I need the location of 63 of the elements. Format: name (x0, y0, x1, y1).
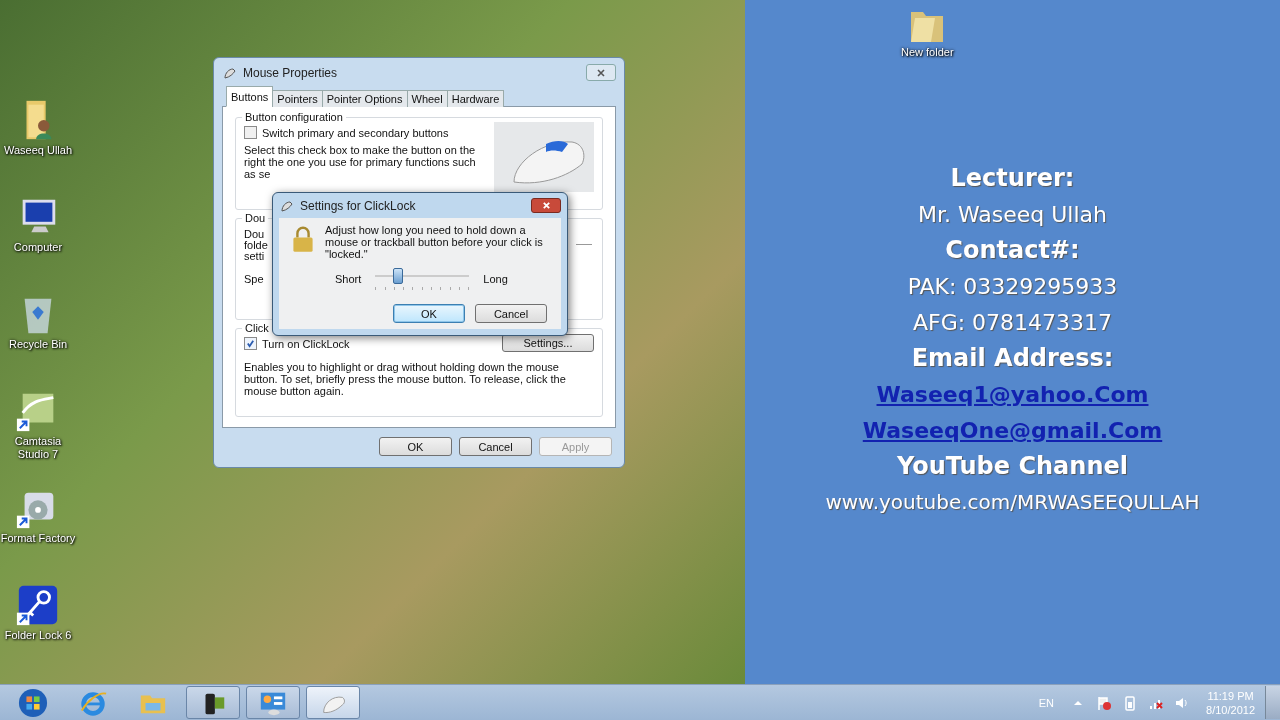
dialog-button[interactable]: Cancel (475, 304, 547, 323)
slider-thumb[interactable] (392, 268, 403, 284)
info-text: Mr. Waseeq Ullah (917, 201, 1107, 229)
desktop-icon[interactable]: Recycle Bin (0, 290, 76, 379)
checkbox[interactable] (244, 126, 257, 139)
tab[interactable]: Pointer Options (321, 90, 408, 107)
icon-label: Camtasia Studio 7 (13, 435, 63, 461)
info-heading: Contact#: (945, 236, 1080, 265)
dialog-button[interactable]: Cancel (459, 437, 532, 456)
info-heading: Lecturer: (950, 164, 1075, 193)
cut-text: Spe (244, 272, 264, 285)
close-button[interactable] (586, 64, 616, 81)
close-icon (541, 201, 551, 210)
duration-slider[interactable] (375, 268, 470, 290)
group-label: Button configuration (242, 111, 346, 123)
info-text: AFG: 0781473317 (912, 309, 1113, 337)
description-text: Enables you to highlight or drag without holding down the mouse button. To set, briefly press the mouse button. To release, click the mouse button again. (244, 361, 567, 398)
windows-logo-icon (18, 687, 48, 718)
group-label: Dou (242, 211, 269, 224)
close-icon (596, 67, 606, 78)
email-link[interactable]: WaseeqOne@gmail.Com (862, 416, 1163, 445)
message-text: Adjust how long you need to hold down a mouse or trackball button before your click is "locked." (325, 224, 544, 260)
dialog-button[interactable]: OK (393, 304, 465, 323)
icon-label: Folder Lock 6 (4, 629, 72, 642)
show-desktop-button[interactable] (1265, 686, 1280, 719)
dialog-button[interactable]: OK (379, 437, 452, 456)
close-button[interactable] (531, 198, 561, 213)
desktop-icon[interactable]: Computer (0, 193, 76, 282)
group-label: Click (242, 322, 272, 335)
cut-text: Dou (244, 228, 265, 240)
dialog-title: Settings for ClickLock (300, 198, 416, 213)
slider-min-label: Short (335, 273, 362, 285)
desktop-icon[interactable]: Format Factory (0, 484, 76, 573)
checkbox-label: Switch primary and secondary buttons (262, 126, 449, 139)
icon-label: Waseeq Ullah (3, 144, 73, 157)
info-text: PAK: 03329295933 (907, 273, 1118, 301)
icon-label: Computer (13, 241, 63, 254)
tab[interactable]: Hardware (446, 90, 505, 107)
taskbar-button[interactable] (186, 686, 240, 719)
info-heading: YouTube Channel (897, 452, 1128, 481)
mouse-icon (494, 122, 594, 192)
desktop-icon[interactable]: Waseeq Ullah (0, 96, 76, 185)
description-text: as se (244, 168, 271, 180)
desktop-icon[interactable]: Folder Lock 6 (0, 581, 76, 670)
tab[interactable]: Buttons (226, 86, 274, 107)
checkbox-label: Turn on ClickLock (262, 337, 350, 350)
flag-icon[interactable] (1096, 694, 1113, 711)
window-title: Mouse Properties (243, 65, 338, 80)
cut-text: folde (244, 239, 268, 251)
info-heading: Email Address: (911, 344, 1114, 373)
slider-max-label: Long (483, 273, 508, 285)
email-link[interactable]: Waseeq1@yahoo.Com (876, 380, 1149, 409)
tab[interactable]: Pointers (272, 90, 323, 107)
cut-text: setti (244, 250, 265, 262)
settings-button[interactable]: Settings... (502, 334, 594, 353)
desktop-icon[interactable]: New folder (901, 6, 954, 59)
padlock-icon (291, 224, 315, 254)
icon-label: Format Factory (0, 532, 76, 545)
icon-label: Recycle Bin (8, 338, 68, 351)
desktop-icon[interactable]: Camtasia Studio 7 (0, 387, 76, 476)
checkbox[interactable] (244, 337, 257, 351)
info-text: www.youtube.com/MRWASEEQULLAH (825, 489, 1200, 516)
tab[interactable]: Wheel (406, 90, 448, 107)
